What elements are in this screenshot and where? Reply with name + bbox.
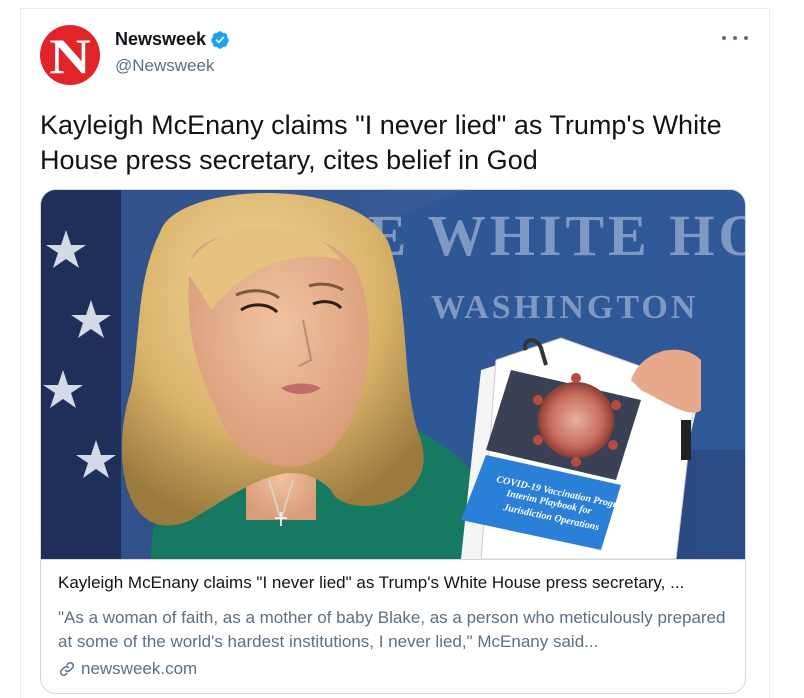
card-domain-text[interactable]: newsweek.com [81,659,197,679]
link-card[interactable]: IE WHITE HO WASHINGTON COVID-19 Vaccinat… [40,189,746,694]
verified-badge-icon [211,30,229,49]
backdrop-line-1: IE WHITE HO [341,203,746,268]
avatar-letter: N [49,28,91,84]
avatar[interactable]: N [40,25,100,85]
card-image[interactable]: IE WHITE HO WASHINGTON COVID-19 Vaccinat… [41,190,746,559]
card-description: "As a woman of faith, as a mother of bab… [58,608,726,651]
author-name[interactable]: Newsweek [115,29,206,50]
more-horizontal-icon [722,36,726,40]
more-options-button[interactable] [722,28,748,48]
card-title[interactable]: Kayleigh McEnany claims "I never lied" a… [58,573,738,593]
press-briefing-photo: IE WHITE HO WASHINGTON COVID-19 Vaccinat… [41,190,746,559]
card-domain[interactable]: newsweek.com [58,659,197,679]
link-icon [59,661,75,677]
author-name-row[interactable]: Newsweek [115,29,230,50]
card-body[interactable]: Kayleigh McEnany claims "I never lied" a… [41,559,745,693]
author-handle[interactable]: @Newsweek [115,56,214,76]
tweet-text: Kayleigh McEnany claims "I never lied" a… [40,110,722,175]
backdrop-line-2: WASHINGTON [431,289,698,326]
